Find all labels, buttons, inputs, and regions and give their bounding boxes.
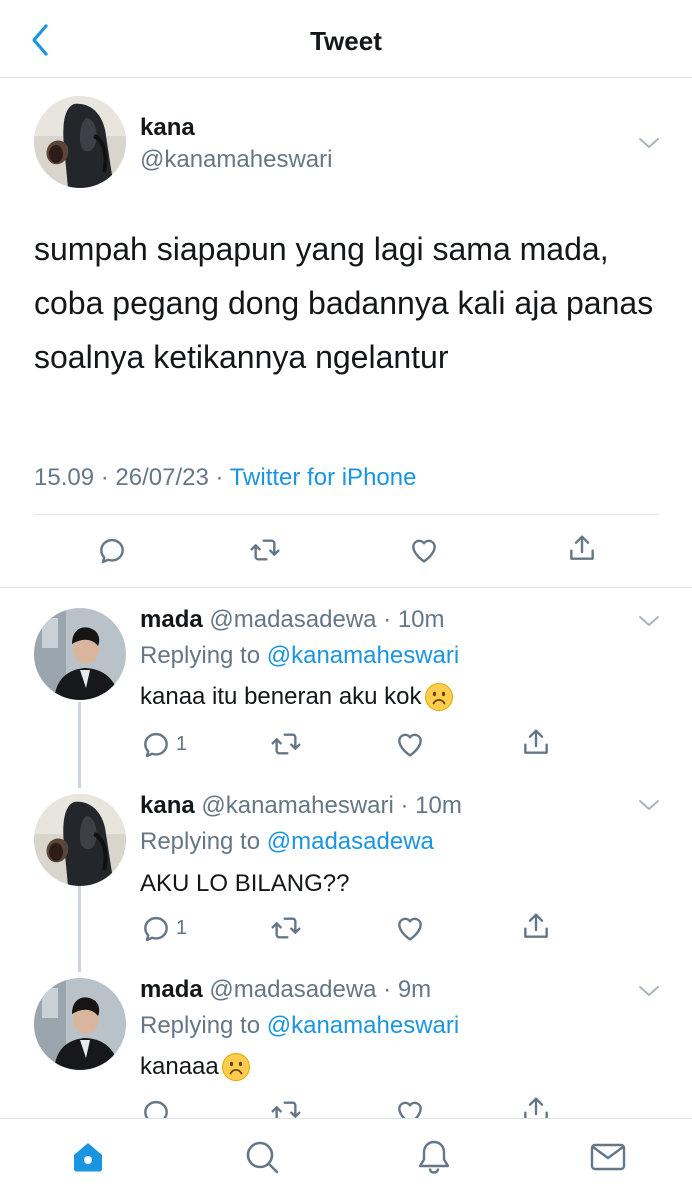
reply-author-name: mada [140,606,203,633]
like-button[interactable] [408,534,440,566]
reply-text: kanaaa [140,1052,251,1082]
chevron-down-icon[interactable] [638,798,660,812]
share-icon [520,726,552,758]
tab-home[interactable] [68,1137,108,1177]
mention-link[interactable]: @madasadewa [267,828,434,855]
tweet-text: sumpah siapapun yang lagi sama mada, cob… [34,231,654,375]
thread-line [78,886,81,972]
reply-text-content: AKU LO BILANG?? [140,870,350,897]
replying-to: Replying to @madasadewa [140,828,434,856]
avatar-image [34,794,126,886]
retweet-icon [270,912,302,944]
avatar[interactable] [34,794,126,886]
thread-line [78,702,81,788]
tab-messages[interactable] [588,1137,628,1177]
retweet-button[interactable] [248,534,282,566]
heart-icon [408,534,440,566]
reply-author[interactable]: mada @madasadewa · 9m [140,976,431,1004]
reply-author-name: mada [140,976,203,1003]
avatar[interactable] [34,96,126,188]
heart-icon [394,728,426,760]
replying-to-label: Replying to [140,828,267,855]
share-button[interactable] [520,726,552,758]
tweet-source-link[interactable]: Twitter for iPhone [230,464,417,491]
tab-notifications[interactable] [414,1137,454,1177]
tweet-meta: 15.09 · 26/07/23 · Twitter for iPhone [34,464,416,492]
reply-icon [140,728,172,760]
share-icon [520,910,552,942]
chevron-down-icon[interactable] [638,614,660,628]
author-handle[interactable]: @kanamaheswari [140,146,332,174]
search-icon [246,1141,279,1174]
reply-text: AKU LO BILANG?? [140,870,349,898]
like-button[interactable] [394,912,426,944]
avatar[interactable] [34,608,126,700]
messages-icon [590,1143,626,1171]
bottom-tab-bar [0,1118,692,1200]
reply-icon [96,534,128,566]
avatar-image [34,978,126,1070]
replying-to: Replying to @kanamaheswari [140,642,459,670]
reply-button[interactable]: 1 [140,728,187,760]
reply-icon [140,912,172,944]
heart-icon [394,912,426,944]
frowning-face-emoji-icon [424,682,454,712]
author-name[interactable]: kana [140,114,195,142]
notifications-icon [418,1140,450,1174]
frowning-face-emoji-icon [221,1052,251,1082]
retweet-button[interactable] [270,912,302,944]
replying-to: Replying to @kanamaheswari [140,1012,459,1040]
reply-author[interactable]: mada @madasadewa · 10m [140,606,445,634]
reply-author-name: kana [140,792,195,819]
retweet-button[interactable] [270,728,302,760]
avatar-image [34,608,126,700]
like-button[interactable] [394,728,426,760]
retweet-icon [270,728,302,760]
share-button[interactable] [520,910,552,942]
reply-author[interactable]: kana @kanamaheswari · 10m [140,792,462,820]
share-icon [566,532,598,564]
mention-link[interactable]: @kanamaheswari [267,642,459,669]
page-title: Tweet [310,26,382,56]
retweet-icon [248,534,282,566]
top-nav-bar: Tweet [0,0,692,78]
tweet-timestamp: 15.09 · 26/07/23 · [34,464,230,491]
tab-search[interactable] [242,1137,282,1177]
reply-author-meta: @kanamaheswari · 10m [201,792,462,819]
replying-to-label: Replying to [140,642,267,669]
reply-author-meta: @madasadewa · 9m [209,976,432,1003]
home-icon [74,1143,102,1172]
reply-author-meta: @madasadewa · 10m [209,606,445,633]
reply-button[interactable] [96,534,128,566]
reply-text-content: kanaaa [140,1053,219,1080]
avatar[interactable] [34,978,126,1070]
chevron-down-icon[interactable] [638,136,660,150]
mention-link[interactable]: @kanamaheswari [267,1012,459,1039]
reply-text: kanaa itu beneran aku kok [140,682,454,712]
divider [34,514,658,515]
replying-to-label: Replying to [140,1012,267,1039]
reply-button[interactable]: 1 [140,912,187,944]
share-button[interactable] [566,532,598,564]
avatar-image [34,96,126,188]
reply-text-content: kanaa itu beneran aku kok [140,683,422,710]
reply-count: 1 [176,732,188,755]
chevron-down-icon[interactable] [638,984,660,998]
reply-count: 1 [176,916,188,939]
